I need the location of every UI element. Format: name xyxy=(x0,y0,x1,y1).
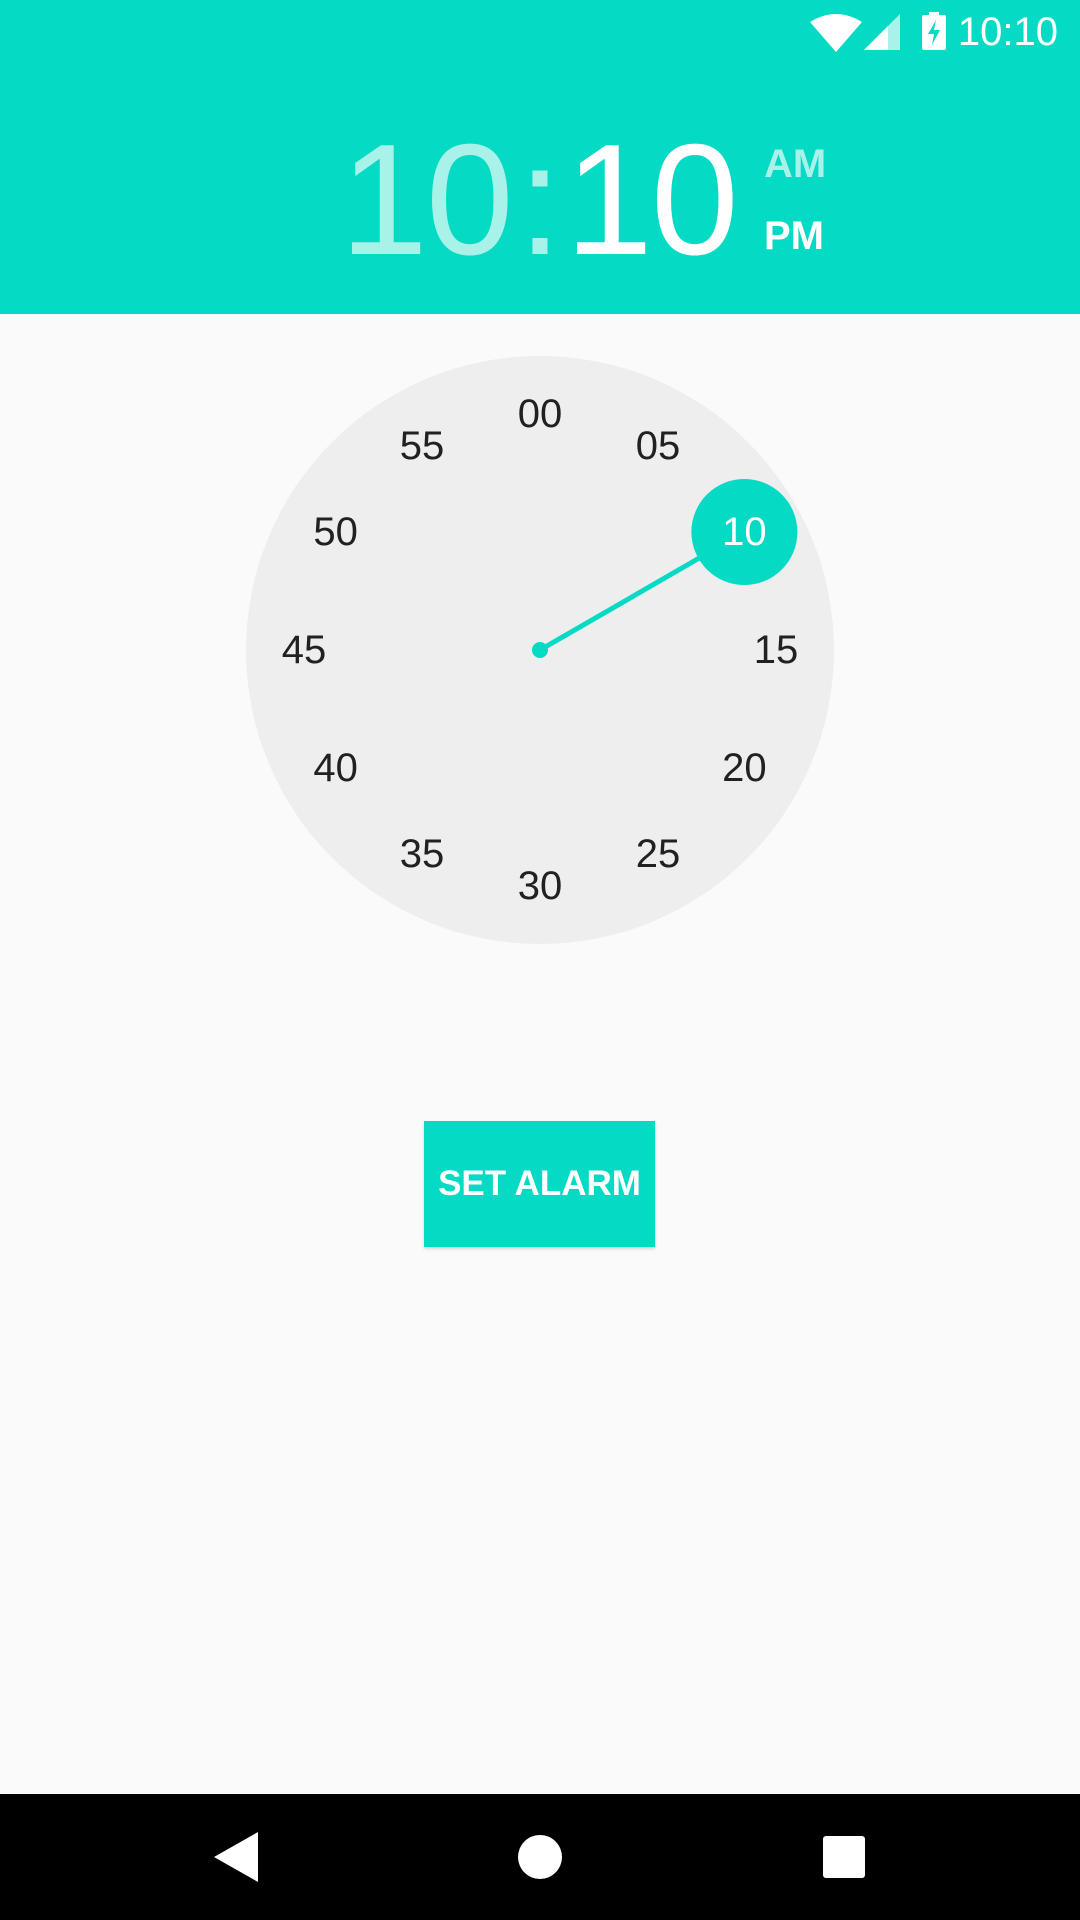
navigation-bar xyxy=(0,1794,1080,1920)
am-toggle[interactable]: AM xyxy=(764,142,826,186)
signal-icon xyxy=(864,14,900,50)
time-header: 10:10 10 : 10 AM PM xyxy=(0,0,1080,314)
clock-number-00[interactable]: 00 xyxy=(500,389,580,439)
battery-charging-icon xyxy=(922,12,946,50)
pm-toggle[interactable]: PM xyxy=(764,214,824,258)
clock-number-25[interactable]: 25 xyxy=(618,829,698,879)
clock-number-40[interactable]: 40 xyxy=(296,743,376,793)
clock-number-10[interactable]: 10 xyxy=(704,507,784,557)
clock-number-30[interactable]: 30 xyxy=(500,861,580,911)
home-icon[interactable] xyxy=(518,1835,562,1879)
status-bar: 10:10 xyxy=(0,0,1080,63)
hour-display[interactable]: 10 xyxy=(340,110,514,290)
clock-center-dot xyxy=(532,642,548,658)
set-alarm-button[interactable]: SET ALARM xyxy=(424,1121,655,1247)
clock-number-05[interactable]: 05 xyxy=(618,421,698,471)
wifi-icon xyxy=(810,14,862,52)
minute-display[interactable]: 10 xyxy=(565,110,739,290)
clock-number-50[interactable]: 50 xyxy=(296,507,376,557)
recents-icon[interactable] xyxy=(823,1836,865,1878)
clock-number-20[interactable]: 20 xyxy=(704,743,784,793)
clock-number-15[interactable]: 15 xyxy=(736,625,816,675)
clock-number-45[interactable]: 45 xyxy=(264,625,344,675)
clock-number-35[interactable]: 35 xyxy=(382,829,462,879)
time-separator: : xyxy=(518,112,562,288)
clock-number-55[interactable]: 55 xyxy=(382,421,462,471)
back-icon[interactable] xyxy=(214,1832,258,1882)
status-time: 10:10 xyxy=(957,10,1058,54)
clock-dial[interactable]: 00 05 10 15 20 25 30 35 40 45 50 55 xyxy=(246,356,834,944)
